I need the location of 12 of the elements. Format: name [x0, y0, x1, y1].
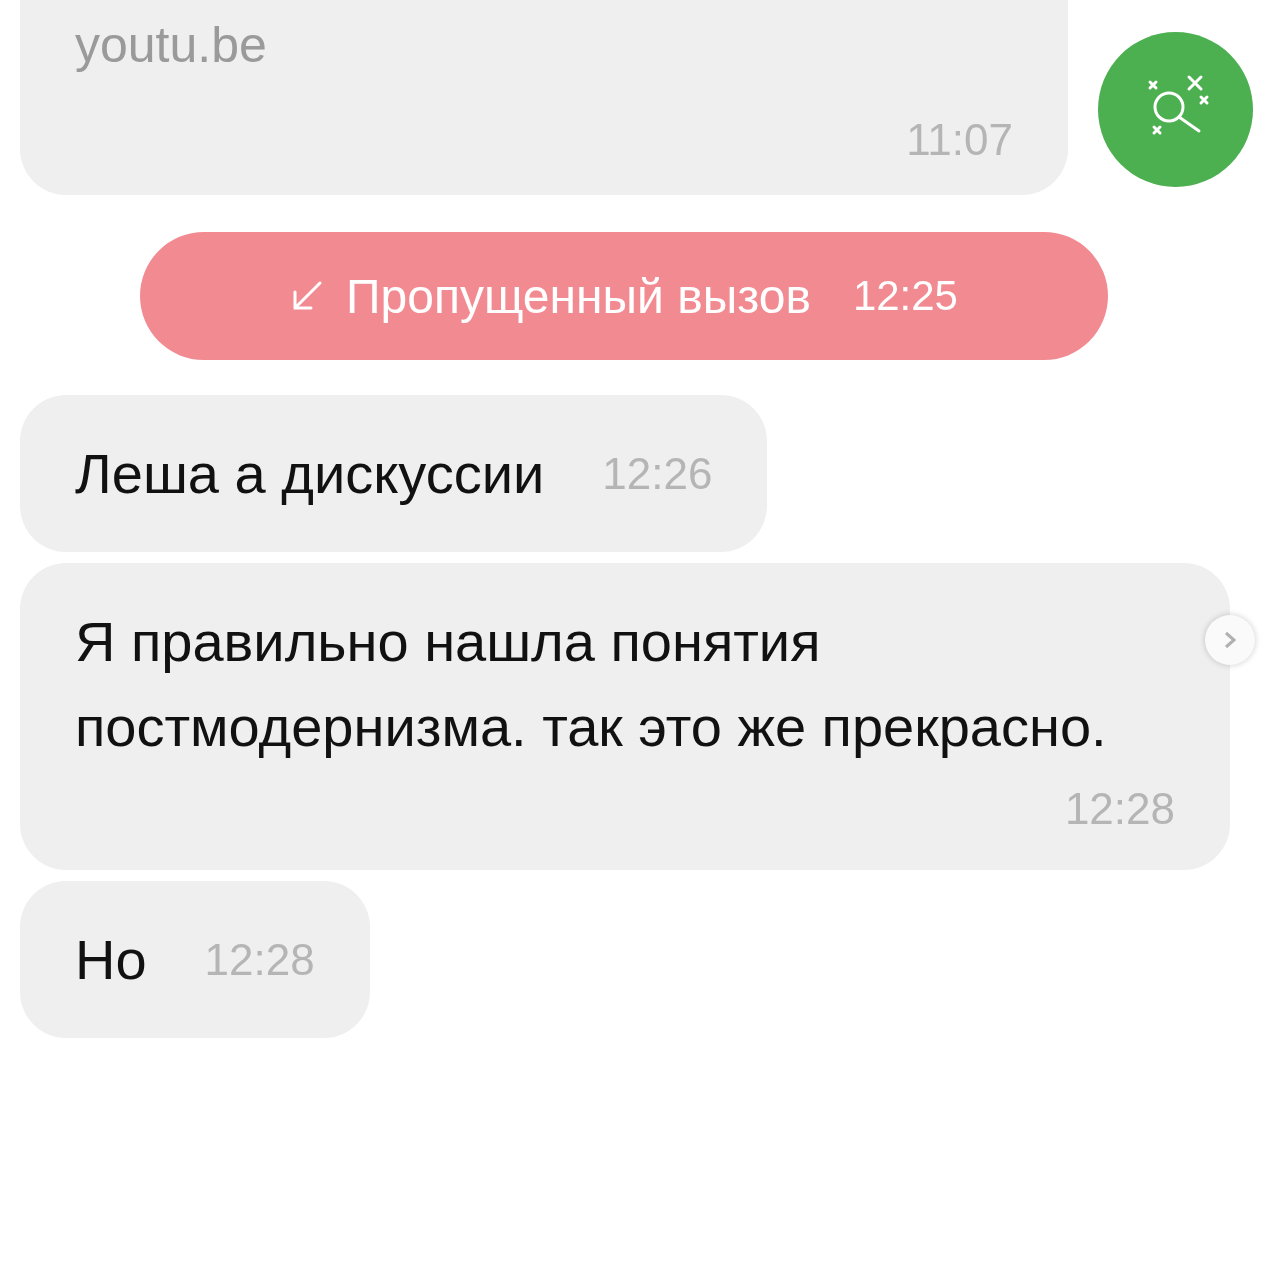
- next-button[interactable]: [1205, 615, 1255, 665]
- call-label: Пропущенный вызов: [346, 268, 811, 324]
- message-time: 11:07: [906, 115, 1013, 165]
- message-time: 12:28: [204, 934, 315, 985]
- message-text: Но: [75, 927, 147, 993]
- message-time: 12:25: [852, 272, 958, 320]
- message-time: 12:28: [1064, 784, 1175, 834]
- message-text: Я правильно нашла понятия постмодернизма. так это же прекрасно.: [75, 609, 1108, 760]
- link-text[interactable]: youtu.be: [75, 15, 267, 75]
- chevron-icon: [1222, 630, 1238, 650]
- message-time: 12:26: [602, 448, 713, 499]
- message-text: Леша а дискуссии: [75, 441, 545, 507]
